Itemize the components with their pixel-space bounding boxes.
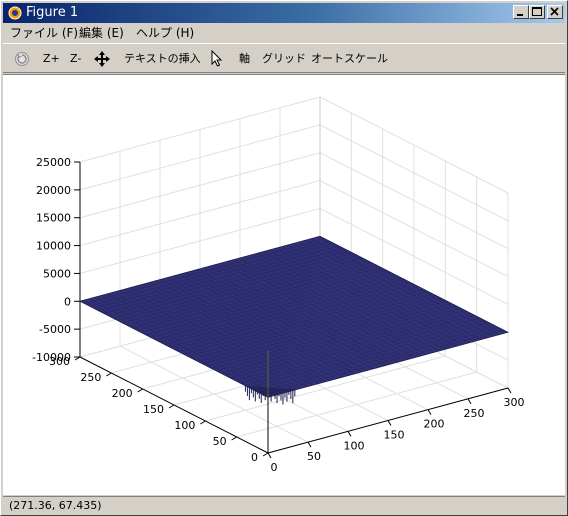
y-tick-mark xyxy=(231,436,237,441)
pointer-icon[interactable] xyxy=(210,50,224,68)
z-tick-label: 0 xyxy=(64,295,71,308)
figure-window: Figure 1 ファイル (F) 編集 (E) ヘルプ (H) Z+ Z- テ… xyxy=(0,0,568,516)
x-tick-mark xyxy=(307,441,312,448)
octave-icon xyxy=(8,6,22,20)
menu-help[interactable]: ヘルプ (H) xyxy=(136,25,194,41)
window-title: Figure 1 xyxy=(26,5,79,20)
toolbar: Z+ Z- テキストの挿入 軸 グリッド オートスケール xyxy=(3,43,565,73)
minimize-icon xyxy=(517,14,523,16)
insert-text-button[interactable]: テキストの挿入 xyxy=(124,50,201,68)
y-tick-mark xyxy=(168,404,175,409)
x-tick-mark xyxy=(267,452,272,459)
close-icon xyxy=(550,7,559,16)
cursor-coordinates: (271.36, 67.435) xyxy=(9,499,102,512)
x-tick-label: 200 xyxy=(424,418,445,431)
autoscale-button[interactable]: オートスケール xyxy=(311,50,388,68)
x-tick-mark xyxy=(467,398,472,405)
maximize-button[interactable] xyxy=(529,5,545,19)
menu-file[interactable]: ファイル (F) xyxy=(10,25,78,41)
x-tick-label: 0 xyxy=(271,461,278,474)
y-tick-mark xyxy=(137,388,143,393)
x-tick-mark xyxy=(387,420,392,426)
zoom-in-button[interactable]: Z+ xyxy=(43,50,60,68)
title-bar[interactable]: Figure 1 xyxy=(3,3,565,23)
y-tick-label: 200 xyxy=(112,387,133,400)
axis-button[interactable]: 軸 xyxy=(239,50,250,68)
x-tick-mark xyxy=(507,387,512,394)
y-tick-label: 0 xyxy=(251,451,258,464)
z-tick-label: 15000 xyxy=(36,212,71,225)
z-tick-label: -5000 xyxy=(39,323,71,336)
z-tick-label: 20000 xyxy=(36,184,71,197)
y-tick-mark xyxy=(262,452,269,457)
y-tick-label: 150 xyxy=(143,403,164,416)
surface-plot: 2500020000150001000050000-5000-100003002… xyxy=(32,96,525,474)
zoom-out-button[interactable]: Z- xyxy=(70,50,81,68)
menu-bar: ファイル (F) 編集 (E) ヘルプ (H) xyxy=(3,24,565,42)
maximize-icon xyxy=(532,7,542,16)
x-tick-label: 50 xyxy=(307,450,321,463)
z-tick-label: 5000 xyxy=(43,267,71,280)
minimize-button[interactable] xyxy=(513,5,529,19)
y-tick-mark xyxy=(106,372,112,377)
y-tick-label: 300 xyxy=(49,355,70,368)
x-tick-mark xyxy=(427,409,432,415)
y-tick-label: 50 xyxy=(213,435,227,448)
status-bar: (271.36, 67.435) xyxy=(3,496,565,515)
menu-edit[interactable]: 編集 (E) xyxy=(79,25,124,41)
plot-canvas[interactable]: 25000 20000 15000 10000 5000 0 -5000 -10000 300 2… xyxy=(3,74,565,495)
x-tick-mark xyxy=(347,431,352,437)
pan-icon[interactable] xyxy=(93,50,111,68)
x-tick-label: 150 xyxy=(384,429,405,442)
close-button[interactable] xyxy=(547,5,563,19)
y-tick-label: 100 xyxy=(174,419,195,432)
x-tick-label: 250 xyxy=(464,407,485,420)
z-tick-label: 25000 xyxy=(36,156,71,169)
x-tick-label: 100 xyxy=(344,439,365,452)
y-tick-label: 250 xyxy=(80,371,101,384)
z-tick-label: 10000 xyxy=(36,240,71,253)
y-tick-mark xyxy=(200,420,206,425)
x-tick-label: 300 xyxy=(504,396,525,409)
rotate-icon[interactable] xyxy=(13,50,31,68)
grid-button[interactable]: グリッド xyxy=(262,50,306,68)
